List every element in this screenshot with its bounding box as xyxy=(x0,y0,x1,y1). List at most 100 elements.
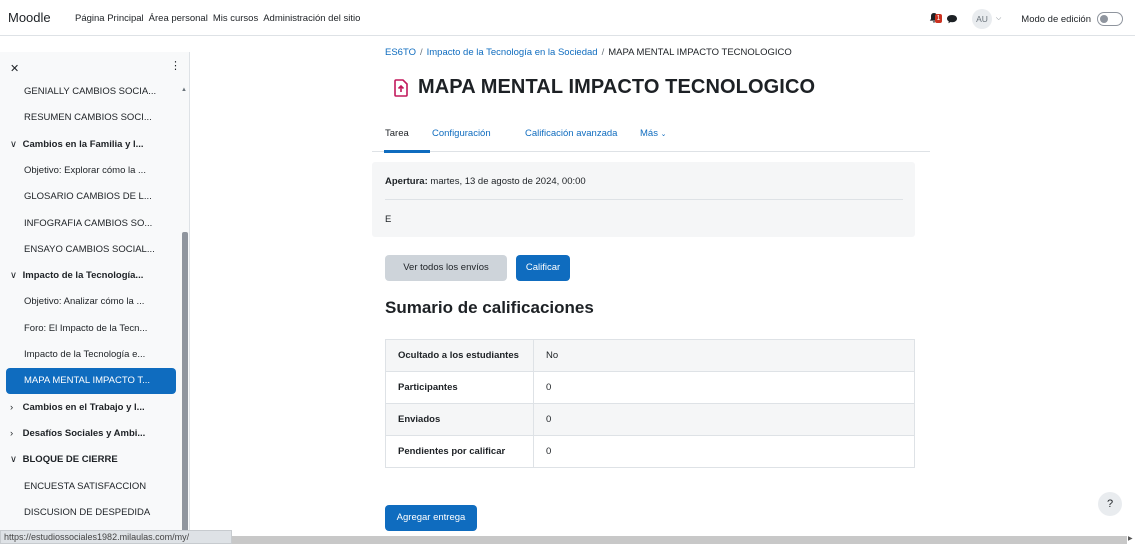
summary-label: Pendientes por calificar xyxy=(385,435,534,468)
breadcrumb-current: MAPA MENTAL IMPACTO TECNOLOGICO xyxy=(608,47,792,58)
tab-more-label: Más xyxy=(640,128,658,139)
summary-label: Enviados xyxy=(385,403,534,436)
drawer-item-label: Desafíos Sociales y Ambi... xyxy=(22,427,146,439)
primary-navigation: Página Principal Área personal Mis curso… xyxy=(75,13,365,24)
close-icon[interactable]: ✕ xyxy=(10,62,19,75)
notifications-button[interactable]: 1 xyxy=(928,12,942,26)
active-tab-indicator xyxy=(384,150,430,153)
grading-summary-heading: Sumario de calificaciones xyxy=(385,298,594,317)
secondary-navigation: Tarea Configuración Calificación avanzad… xyxy=(372,123,930,152)
grading-summary-table: Ocultado a los estudiantes No Participan… xyxy=(385,339,915,468)
page-title: MAPA MENTAL IMPACTO TECNOLOGICO xyxy=(418,76,816,98)
link-status-url: https://estudiossociales1982.milaulas.co… xyxy=(0,530,232,544)
chevron-down-icon[interactable]: ∨ xyxy=(10,263,20,289)
page-header: MAPA MENTAL IMPACTO TECNOLOGICO xyxy=(394,76,815,99)
course-section-item[interactable]: › Desafíos Sociales y Ambi... xyxy=(6,421,176,447)
drawer-item-label: BLOQUE DE CIERRE xyxy=(22,454,118,466)
help-button[interactable]: ? xyxy=(1098,492,1122,516)
divider xyxy=(385,199,903,200)
grade-button[interactable]: Calificar xyxy=(516,255,570,281)
edit-mode-toggle[interactable] xyxy=(1097,12,1123,26)
drawer-item-label: INFOGRAFIA CAMBIOS SO... xyxy=(24,217,153,229)
open-date-label: Apertura: xyxy=(385,176,428,187)
breadcrumb-separator: / xyxy=(419,47,423,58)
table-row: Ocultado a los estudiantes No xyxy=(385,339,915,372)
drawer-scrollbar[interactable] xyxy=(182,232,188,536)
assignment-icon xyxy=(394,78,408,97)
breadcrumb-separator: / xyxy=(601,47,605,58)
table-row: Participantes 0 xyxy=(385,371,915,404)
course-activity-item[interactable]: ENCUESTA SATISFACCION xyxy=(6,474,176,500)
drawer-item-label: GLOSARIO CAMBIOS DE L... xyxy=(24,191,152,203)
kebab-menu-icon[interactable]: ⋮ xyxy=(170,59,181,72)
course-activity-item[interactable]: Objetivo: Analizar cómo la ... xyxy=(6,289,176,315)
breadcrumb-course[interactable]: ES6TO xyxy=(385,47,416,58)
avatar: AU xyxy=(971,9,992,29)
course-activity-item[interactable]: INFOGRAFIA CAMBIOS SO... xyxy=(6,211,176,237)
course-section-item[interactable]: ∨ Impacto de la Tecnología... xyxy=(6,263,176,289)
messages-icon[interactable] xyxy=(946,13,958,25)
course-section-item[interactable]: › Cambios en el Trabajo y l... xyxy=(6,395,176,421)
horizontal-scrollbar[interactable] xyxy=(232,536,1127,544)
course-activity-item[interactable]: DISCUSION DE DESPEDIDA xyxy=(6,500,176,526)
course-activity-item[interactable]: GLOSARIO CAMBIOS DE L... xyxy=(6,184,176,210)
course-activity-item[interactable]: GENIALLY CAMBIOS SOCIA... xyxy=(6,79,176,105)
summary-value: 0 xyxy=(533,371,915,404)
open-date: Apertura: martes, 13 de agosto de 2024, … xyxy=(385,176,586,187)
breadcrumb-section[interactable]: Impacto de la Tecnología en la Sociedad xyxy=(427,47,598,58)
table-row: Enviados 0 xyxy=(385,403,915,436)
nav-link-my-courses[interactable]: Mis cursos xyxy=(213,13,258,24)
drawer-item-label: RESUMEN CAMBIOS SOCI... xyxy=(24,112,152,124)
scroll-up-arrow-icon[interactable]: ▲ xyxy=(181,87,187,93)
course-section-item[interactable]: ∨ Cambios en la Familia y l... xyxy=(6,132,176,158)
nav-link-home[interactable]: Página Principal xyxy=(75,13,144,24)
course-activity-item[interactable]: Objetivo: Explorar cómo la ... xyxy=(6,158,176,184)
drawer-item-label: DISCUSION DE DESPEDIDA xyxy=(24,506,151,518)
view-all-submissions-button[interactable]: Ver todos los envíos xyxy=(385,255,507,281)
chevron-down-icon[interactable]: ∨ xyxy=(10,132,20,158)
chevron-down-icon[interactable]: ∨ xyxy=(10,447,20,473)
chevron-right-icon[interactable]: › xyxy=(10,395,20,421)
drawer-item-label: Impacto de la Tecnología... xyxy=(22,270,144,282)
nav-link-dashboard[interactable]: Área personal xyxy=(149,13,208,24)
tab-settings[interactable]: Configuración xyxy=(432,128,491,139)
summary-value: No xyxy=(533,339,915,372)
course-activity-item[interactable]: Foro: El Impacto de la Tecn... xyxy=(6,316,176,342)
activity-dates: Apertura: martes, 13 de agosto de 2024, … xyxy=(372,162,915,237)
tab-advanced-grading[interactable]: Calificación avanzada xyxy=(525,128,617,139)
drawer-item-label: GENIALLY CAMBIOS SOCIA... xyxy=(24,86,157,97)
summary-value: 0 xyxy=(533,435,915,468)
scroll-right-arrow-icon[interactable]: ▶ xyxy=(1128,535,1133,542)
notification-count-badge: 1 xyxy=(934,14,942,23)
drawer-item-label: Cambios en el Trabajo y l... xyxy=(22,401,145,413)
course-activity-item[interactable]: MAPA MENTAL IMPACTO T... xyxy=(6,368,176,395)
course-section-item[interactable]: ∨ BLOQUE DE CIERRE xyxy=(6,447,176,473)
drawer-item-label: ENCUESTA SATISFACCION xyxy=(24,480,147,492)
nav-link-site-admin[interactable]: Administración del sitio xyxy=(263,13,360,24)
drawer-item-label: MAPA MENTAL IMPACTO T... xyxy=(24,375,150,387)
drawer-item-label: ENSAYO CAMBIOS SOCIAL... xyxy=(24,243,155,255)
chevron-down-icon: ⌵ xyxy=(995,15,1002,22)
drawer-item-label: Impacto de la Tecnología e... xyxy=(24,349,146,360)
course-index-drawer: ✕ ⋮ ▲ GENIALLY CAMBIOS SOCIA... RESUMEN C… xyxy=(0,52,190,536)
activity-description: E xyxy=(385,214,392,225)
course-activity-item[interactable]: Impacto de la Tecnología e... xyxy=(6,342,176,368)
course-activity-item[interactable]: ENSAYO CAMBIOS SOCIAL... xyxy=(6,237,176,263)
summary-label: Participantes xyxy=(385,371,534,404)
user-menu[interactable]: AU ⌵ xyxy=(971,9,1002,29)
tab-assignment[interactable]: Tarea xyxy=(385,128,409,139)
edit-mode-label: Modo de edición xyxy=(1021,13,1091,25)
top-navbar: Moodle Página Principal Área personal Mi… xyxy=(0,0,1135,36)
chevron-down-icon: ⌄ xyxy=(660,131,667,138)
site-brand[interactable]: Moodle xyxy=(8,10,51,25)
course-activity-item[interactable]: RESUMEN CAMBIOS SOCI... xyxy=(6,105,176,131)
drawer-item-label: Cambios en la Familia y l... xyxy=(22,138,144,150)
navbar-right: 1 AU ⌵ Modo de edición xyxy=(928,9,1123,29)
add-submission-button[interactable]: Agregar entrega xyxy=(385,505,477,531)
tab-more[interactable]: Más ⌄ xyxy=(640,128,666,139)
drawer-item-label: Objetivo: Explorar cómo la ... xyxy=(24,164,146,176)
open-date-value: martes, 13 de agosto de 2024, 00:00 xyxy=(430,176,586,187)
chevron-right-icon[interactable]: › xyxy=(10,421,20,447)
drawer-item-label: Foro: El Impacto de la Tecn... xyxy=(24,322,148,334)
summary-label: Ocultado a los estudiantes xyxy=(385,339,534,372)
